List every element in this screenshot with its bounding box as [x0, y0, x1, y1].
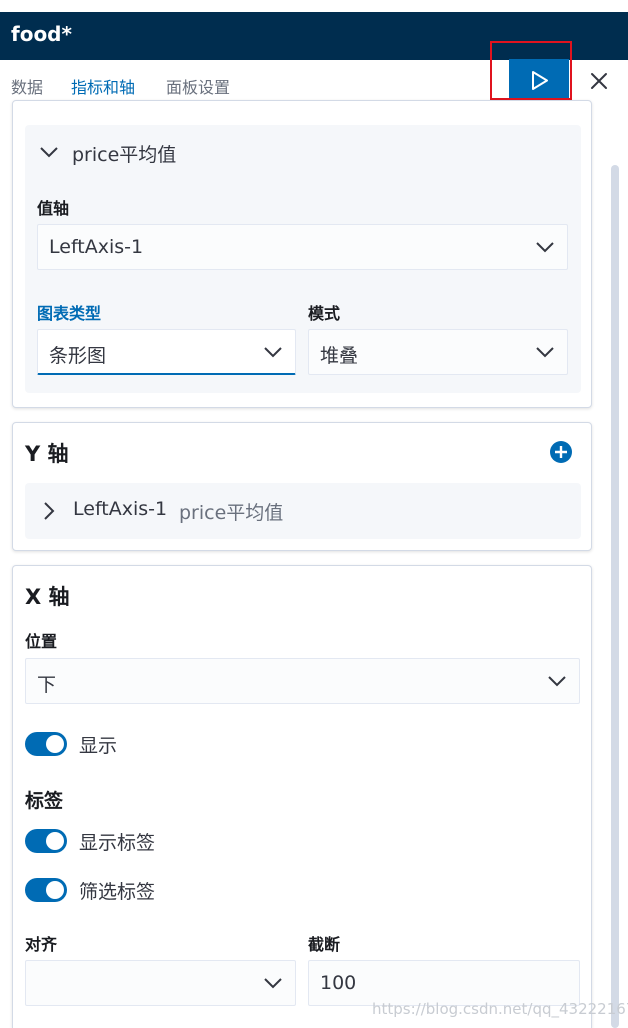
add-axis-icon[interactable]	[549, 440, 573, 464]
mode-value: 堆叠	[320, 345, 359, 367]
mode-select[interactable]: 堆叠	[308, 329, 568, 375]
mode-label: 模式	[308, 304, 341, 323]
show-labels-toggle[interactable]	[25, 829, 67, 853]
show-axis-toggle[interactable]	[25, 732, 67, 756]
align-label: 对齐	[25, 935, 58, 954]
watermark: https://blog.csdn.net/qq_43222167	[372, 1000, 628, 1018]
x-axis-panel	[12, 565, 592, 1028]
chevron-down-icon	[264, 978, 282, 989]
chevron-down-icon	[536, 242, 554, 253]
filter-labels-toggle[interactable]	[25, 878, 67, 902]
y-axis-item-metric: price平均值	[179, 502, 284, 524]
chevron-down-icon	[264, 347, 282, 358]
close-icon	[591, 73, 607, 89]
chart-type-label: 图表类型	[37, 304, 102, 323]
position-select[interactable]: 下	[25, 658, 580, 704]
align-select[interactable]	[25, 960, 296, 1006]
labels-heading: 标签	[25, 790, 64, 812]
tab-panel-settings[interactable]: 面板设置	[166, 74, 230, 98]
chart-type-select[interactable]: 条形图	[37, 329, 296, 375]
metric-accordion-title[interactable]: price平均值	[72, 140, 176, 167]
show-labels-label: 显示标签	[79, 832, 156, 854]
y-axis-heading: Y 轴	[25, 442, 69, 466]
scrollbar[interactable]	[611, 165, 619, 1028]
chevron-down-icon[interactable]	[38, 144, 60, 160]
position-value: 下	[37, 674, 57, 696]
y-axis-item-axis[interactable]: LeftAxis-1	[73, 498, 167, 520]
filter-labels-label: 筛选标签	[79, 881, 156, 903]
close-button[interactable]	[586, 68, 612, 94]
chevron-down-icon	[536, 347, 554, 358]
x-axis-heading: X 轴	[25, 585, 70, 609]
chevron-right-icon[interactable]	[41, 500, 57, 522]
show-axis-label: 显示	[79, 735, 118, 757]
highlight-box	[490, 41, 572, 100]
tab-data[interactable]: 数据	[11, 74, 43, 98]
position-label: 位置	[25, 632, 58, 651]
truncate-label: 截断	[308, 935, 341, 954]
tab-metrics-axes[interactable]: 指标和轴	[71, 74, 135, 98]
truncate-value: 100	[320, 972, 357, 994]
visualization-title: food*	[11, 22, 72, 46]
value-axis-label: 值轴	[37, 199, 70, 218]
value-axis-select[interactable]: LeftAxis-1	[37, 224, 568, 270]
chart-type-value: 条形图	[49, 345, 107, 367]
y-axis-panel	[12, 422, 592, 551]
chevron-down-icon	[548, 676, 566, 687]
value-axis-value: LeftAxis-1	[49, 236, 144, 258]
